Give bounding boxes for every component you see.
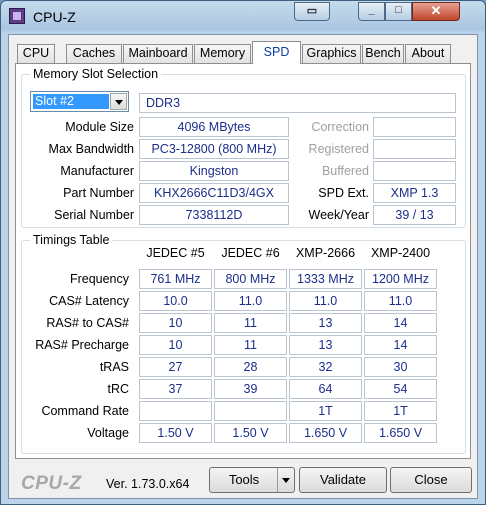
tab-caches[interactable]: Caches	[66, 44, 122, 63]
tab-mainboard[interactable]: Mainboard	[123, 44, 193, 63]
tab-graphics[interactable]: Graphics	[302, 44, 361, 63]
window-title: CPU-Z	[33, 9, 76, 25]
registered-field	[373, 139, 456, 159]
timing-cell: 1.50 V	[139, 423, 212, 443]
spd-panel: Memory Slot Selection Slot #2 DDR3 Modul…	[15, 63, 471, 459]
title-bar[interactable]: CPU-Z ▭ _ □ ✕	[1, 1, 485, 33]
validate-button[interactable]: Validate	[299, 467, 387, 493]
client-area: CPU Caches Mainboard Memory SPD Graphics…	[8, 34, 478, 499]
label-module-size: Module Size	[65, 120, 134, 134]
week-year-field: 39 / 13	[373, 205, 456, 225]
tab-cpu[interactable]: CPU	[17, 44, 55, 63]
minimize-button[interactable]: _	[358, 2, 385, 21]
maximize-button[interactable]: □	[385, 2, 412, 21]
cpuz-brand-logo: CPU-Z	[21, 473, 82, 494]
timing-cell: 54	[364, 379, 437, 399]
timing-cell: 37	[139, 379, 212, 399]
label-part-number: Part Number	[63, 186, 134, 200]
timing-cell: 1200 MHz	[364, 269, 437, 289]
timing-column-header: JEDEC #5	[146, 246, 205, 260]
tab-bench[interactable]: Bench	[362, 44, 404, 63]
restore-down-button[interactable]: ▭	[294, 2, 330, 21]
timing-column-header: JEDEC #6	[221, 246, 280, 260]
tools-button[interactable]: Tools	[209, 467, 295, 493]
tab-about[interactable]: About	[405, 44, 451, 63]
timing-cell: 27	[139, 357, 212, 377]
correction-field	[373, 117, 456, 137]
timing-cell: 1T	[289, 401, 362, 421]
module-size-field: 4096 MBytes	[139, 117, 289, 137]
serial-number-field: 7338112D	[139, 205, 289, 225]
slot-select[interactable]: Slot #2	[30, 91, 129, 112]
memory-type-field: DDR3	[139, 93, 456, 113]
chevron-down-icon[interactable]	[110, 93, 127, 110]
max-bandwidth-field: PC3-12800 (800 MHz)	[139, 139, 289, 159]
cpuz-window: CPU-Z ▭ _ □ ✕ CPU Caches Mainboard Memor…	[0, 0, 486, 505]
timing-cell: 11.0	[364, 291, 437, 311]
slot-select-value: Slot #2	[33, 94, 109, 109]
restore-icon: ▭	[306, 5, 318, 17]
timing-column-header: XMP-2666	[295, 246, 356, 260]
timing-row-label: Command Rate	[41, 404, 129, 418]
timing-row-label: Frequency	[69, 272, 129, 286]
timing-cell: 1333 MHz	[289, 269, 362, 289]
tools-label: Tools	[228, 472, 260, 487]
timing-cell: 39	[214, 379, 287, 399]
timing-cell: 64	[289, 379, 362, 399]
timing-cell: 11	[214, 313, 287, 333]
timing-cell: 13	[289, 335, 362, 355]
label-buffered: Buffered	[321, 164, 369, 178]
spd-ext-field: XMP 1.3	[373, 183, 456, 203]
timing-column-header: XMP-2400	[370, 246, 431, 260]
timing-cell: 14	[364, 313, 437, 333]
tab-spd[interactable]: SPD	[252, 41, 301, 64]
close-button[interactable]: Close	[390, 467, 472, 493]
buffered-field	[373, 161, 456, 181]
timing-row-label: RAS# Precharge	[35, 338, 129, 352]
close-window-button[interactable]: ✕	[412, 2, 460, 21]
timing-row-label: tRAS	[99, 360, 129, 374]
timing-cell: 11.0	[214, 291, 287, 311]
close-icon: ✕	[430, 3, 442, 18]
manufacturer-field: Kingston	[139, 161, 289, 181]
timing-cell: 11	[214, 335, 287, 355]
timing-cell: 800 MHz	[214, 269, 287, 289]
timing-cell	[139, 401, 212, 421]
timing-cell: 1.50 V	[214, 423, 287, 443]
timing-cell: 14	[364, 335, 437, 355]
group-title-memory-slot: Memory Slot Selection	[30, 67, 162, 81]
timing-cell: 10	[139, 313, 212, 333]
version-label: Ver. 1.73.0.x64	[106, 477, 190, 491]
timing-cell: 11.0	[289, 291, 362, 311]
label-correction: Correction	[311, 120, 369, 134]
timing-cell: 10.0	[139, 291, 212, 311]
timing-row-label: tRC	[107, 382, 129, 396]
timing-cell: 32	[289, 357, 362, 377]
timing-cell: 1T	[364, 401, 437, 421]
timing-cell: 28	[214, 357, 287, 377]
group-title-timings: Timings Table	[30, 233, 113, 247]
timing-row-label: CAS# Latency	[49, 294, 129, 308]
minimize-icon: _	[368, 4, 375, 16]
maximize-icon: □	[395, 4, 402, 16]
label-registered: Registered	[308, 142, 369, 156]
timing-cell: 1.650 V	[364, 423, 437, 443]
timing-row-label: Voltage	[87, 426, 129, 440]
tools-dropdown-icon[interactable]	[277, 468, 294, 492]
timing-cell: 13	[289, 313, 362, 333]
timing-cell: 1.650 V	[289, 423, 362, 443]
label-week-year: Week/Year	[308, 208, 369, 222]
timing-cell	[214, 401, 287, 421]
cpuz-app-icon[interactable]	[9, 8, 25, 24]
part-number-field: KHX2666C11D3/4GX	[139, 183, 289, 203]
timing-row-label: RAS# to CAS#	[46, 316, 129, 330]
label-spd-ext: SPD Ext.	[318, 186, 369, 200]
label-manufacturer: Manufacturer	[60, 164, 134, 178]
timing-cell: 30	[364, 357, 437, 377]
label-max-bandwidth: Max Bandwidth	[48, 142, 134, 156]
tab-memory[interactable]: Memory	[194, 44, 251, 63]
timing-cell: 10	[139, 335, 212, 355]
timing-cell: 761 MHz	[139, 269, 212, 289]
label-serial-number: Serial Number	[54, 208, 134, 222]
